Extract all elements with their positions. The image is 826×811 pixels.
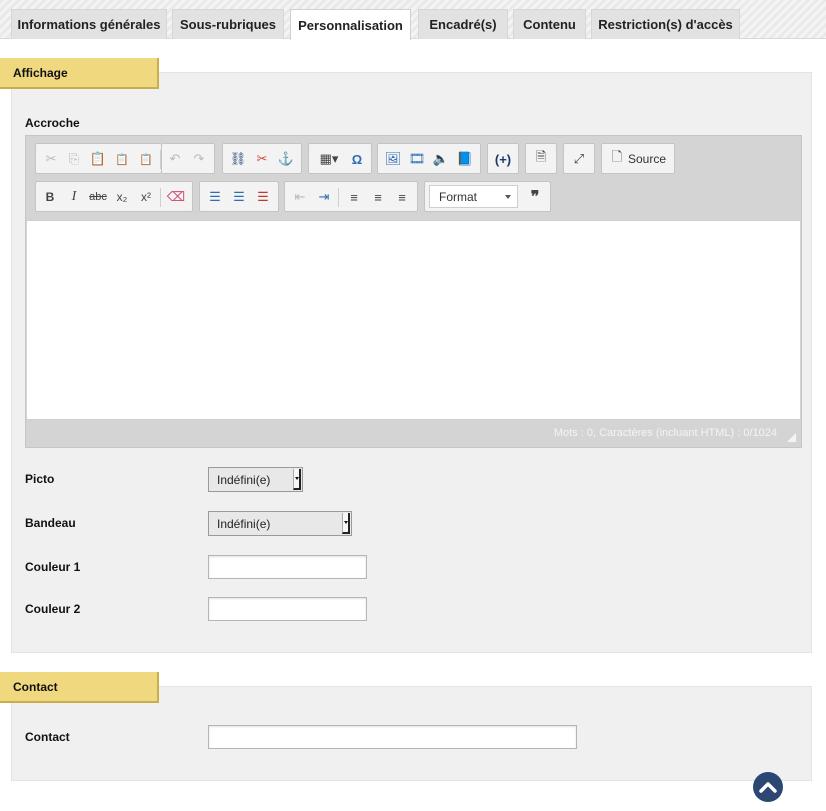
bandeau-label: Bandeau xyxy=(25,516,76,530)
chevron-down-icon xyxy=(293,469,301,490)
subscript-icon[interactable]: x₂ xyxy=(111,185,133,209)
source-icon: 🗋 xyxy=(611,149,623,164)
format-dropdown[interactable]: Format xyxy=(429,185,518,208)
source-label: Source xyxy=(628,152,667,166)
tab-contenu[interactable]: Contenu xyxy=(513,9,586,39)
copy-icon[interactable]: ⎘ xyxy=(63,147,85,171)
toolbar-separator xyxy=(160,188,161,207)
couleur2-label: Couleur 2 xyxy=(25,602,81,616)
audio-icon[interactable]: 🔈 xyxy=(430,147,452,171)
link-icon[interactable]: ⛓ xyxy=(227,147,249,171)
paste-icon[interactable]: 📋 xyxy=(87,147,109,171)
paste-word-icon[interactable]: 📋 xyxy=(135,147,157,171)
contact-section-title: Contact xyxy=(0,672,159,703)
bandeau-select[interactable]: Indéfini(e) xyxy=(208,511,352,536)
toolbar-separator xyxy=(160,150,161,169)
image-icon[interactable]: 🖼 xyxy=(382,147,404,171)
cut-icon[interactable]: ✂ xyxy=(40,147,62,171)
remove-list-icon[interactable]: ☰ xyxy=(252,185,274,209)
media-toolbar-group: 🖼 🎞 🔈 📘 xyxy=(377,143,481,174)
maximize-icon[interactable]: ⤢ xyxy=(568,147,590,171)
contact-label: Contact xyxy=(25,730,70,744)
maximize-toolbar-group: ⤢ xyxy=(563,143,595,174)
clipboard-toolbar-group: ✂ ⎘ 📋 📋 📋 xyxy=(35,143,162,174)
format-toolbar-group: Format ❞ xyxy=(424,181,551,212)
rich-text-editor: ✂ ⎘ 📋 📋 📋 ↶ ↷ ⛓ ✂ ⚓ ▦▾ Ω 🖼 🎞 🔈 📘 (+) 🗎 ⤢… xyxy=(25,135,802,448)
superscript-icon[interactable]: x² xyxy=(135,185,157,209)
bold-icon[interactable]: B xyxy=(39,185,61,209)
insert-toolbar-group: ▦▾ Ω xyxy=(308,143,372,174)
source-button[interactable]: 🗋 Source xyxy=(601,143,675,174)
chevron-down-icon xyxy=(342,513,350,534)
tab-sous-rubriques[interactable]: Sous-rubriques xyxy=(172,9,284,39)
numbered-list-icon[interactable]: ☰ xyxy=(204,185,226,209)
italic-icon[interactable]: I xyxy=(63,185,85,209)
tab-encadres[interactable]: Encadré(s) xyxy=(418,9,508,39)
alignment-toolbar-group: ⇤ ⇥ ≡ ≡ ≡ xyxy=(284,181,418,212)
bulleted-list-icon[interactable]: ☰ xyxy=(228,185,250,209)
align-right-icon[interactable]: ≡ xyxy=(391,185,413,209)
tab-personnalisation[interactable]: Personnalisation xyxy=(290,9,411,40)
paste-text-icon[interactable]: 📋 xyxy=(111,147,133,171)
bandeau-selected-value: Indéfini(e) xyxy=(217,516,271,531)
book-icon[interactable]: 📘 xyxy=(454,147,476,171)
chevron-up-icon xyxy=(759,782,777,793)
couleur2-field[interactable] xyxy=(208,597,367,621)
redo-icon[interactable]: ↷ xyxy=(188,147,210,171)
outdent-icon[interactable]: ⇤ xyxy=(289,185,311,209)
tab-informations-generales[interactable]: Informations générales xyxy=(11,9,167,39)
anchor-icon[interactable]: ⚓ xyxy=(275,147,297,171)
chevron-down-icon xyxy=(505,195,511,199)
undo-icon[interactable]: ↶ xyxy=(164,147,186,171)
preview-icon[interactable]: 🗎 xyxy=(530,147,552,171)
table-icon[interactable]: ▦▾ xyxy=(314,147,344,171)
couleur1-field[interactable] xyxy=(208,555,367,579)
align-left-icon[interactable]: ≡ xyxy=(343,185,365,209)
preview-toolbar-group: 🗎 xyxy=(525,143,557,174)
blockquote-icon[interactable]: ❞ xyxy=(524,185,546,209)
tab-restrictions-acces[interactable]: Restriction(s) d'accès xyxy=(591,9,740,39)
picto-label: Picto xyxy=(25,472,55,486)
list-toolbar-group: ☰ ☰ ☰ xyxy=(199,181,279,212)
accroche-label: Accroche xyxy=(25,116,80,130)
editor-word-count: Mots : 0, Caractères (incluant HTML) : 0… xyxy=(553,427,777,439)
align-center-icon[interactable]: ≡ xyxy=(367,185,389,209)
contact-field[interactable] xyxy=(208,725,577,749)
unlink-icon[interactable]: ✂ xyxy=(251,147,273,171)
remove-format-icon[interactable]: ⌫ xyxy=(165,185,187,209)
tab-bar: Informations générales Sous-rubriques Pe… xyxy=(0,0,826,40)
toolbar-separator xyxy=(338,188,339,207)
link-toolbar-group: ⛓ ✂ ⚓ xyxy=(222,143,302,174)
undo-toolbar-group: ↶ ↷ xyxy=(162,143,215,174)
resize-handle-icon[interactable] xyxy=(787,433,796,442)
affichage-section-title: Affichage xyxy=(0,58,159,89)
strike-icon[interactable]: abc xyxy=(87,185,109,209)
picto-select[interactable]: Indéfini(e) xyxy=(208,467,303,492)
editor-content-area[interactable] xyxy=(27,220,800,420)
placeholder-toolbar-group: (+) xyxy=(487,143,519,174)
scroll-to-top-button[interactable] xyxy=(753,772,783,802)
indent-icon[interactable]: ⇥ xyxy=(313,185,335,209)
placeholder-icon[interactable]: (+) xyxy=(492,147,514,171)
video-icon[interactable]: 🎞 xyxy=(406,147,428,171)
couleur1-label: Couleur 1 xyxy=(25,560,81,574)
basic-styles-toolbar-group: B I abc x₂ x² ⌫ xyxy=(35,181,193,212)
special-char-icon[interactable]: Ω xyxy=(346,147,368,171)
format-label: Format xyxy=(439,189,478,204)
picto-selected-value: Indéfini(e) xyxy=(217,472,271,487)
